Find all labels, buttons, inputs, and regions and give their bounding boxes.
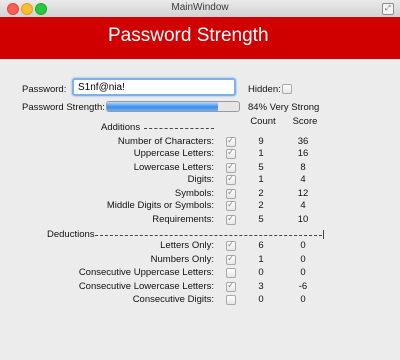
row-count: 1 (258, 174, 264, 185)
row-checkbox[interactable] (226, 239, 236, 251)
row-checkbox[interactable] (226, 280, 236, 292)
row-count: 2 (258, 200, 264, 211)
deductions-group-title: Deductions (47, 229, 95, 240)
strength-progress-bar (106, 101, 240, 112)
row-score: 0 (300, 267, 306, 278)
page-title: Password Strength (108, 25, 269, 46)
row-checkbox[interactable] (226, 187, 236, 199)
row-count: 1 (258, 254, 264, 265)
row-checkbox[interactable] (226, 135, 236, 147)
row-checkbox[interactable] (226, 295, 236, 305)
row-label: Letters Only: (160, 240, 214, 251)
row-label: Consecutive Uppercase Letters: (78, 267, 214, 278)
row-score: 10 (297, 214, 309, 225)
row-label: Number of Characters: (117, 136, 214, 147)
score-column-header: Score (292, 116, 318, 127)
row-score: 12 (297, 188, 309, 199)
row-label: Numbers Only: (150, 254, 214, 265)
row-score: 0 (300, 240, 306, 251)
window-title: MainWindow (171, 2, 229, 13)
row-score: 8 (300, 162, 306, 173)
header-banner: Password Strength (0, 17, 400, 59)
row-count: 0 (258, 267, 264, 278)
row-count: 2 (258, 188, 264, 199)
count-column-header: Count (250, 116, 276, 127)
row-label: Consecutive Lowercase Letters: (78, 281, 214, 292)
strength-progress-fill (107, 102, 218, 111)
row-checkbox[interactable] (226, 268, 236, 278)
row-count: 5 (258, 214, 264, 225)
deductions-group-divider-end (323, 230, 324, 239)
row-count: 9 (258, 136, 264, 147)
row-label: Consecutive Digits: (132, 294, 214, 305)
row-score: 16 (297, 148, 309, 159)
row-label: Symbols: (174, 188, 214, 199)
row-checkbox[interactable] (226, 199, 236, 211)
row-count: 5 (258, 162, 264, 173)
additions-group-divider (144, 128, 214, 129)
strength-label: Password Strength: (22, 102, 105, 113)
row-count: 1 (258, 148, 264, 159)
row-checkbox[interactable] (226, 147, 236, 159)
row-score: 0 (300, 254, 306, 265)
row-label: Middle Digits or Symbols: (106, 200, 214, 211)
password-input[interactable] (72, 78, 236, 96)
row-label: Requirements: (152, 214, 214, 225)
row-checkbox[interactable] (226, 161, 236, 173)
row-score: 0 (300, 294, 306, 305)
fullscreen-icon[interactable]: ⤢ (382, 3, 394, 15)
row-score: -6 (298, 281, 308, 292)
title-bar: MainWindow ⤢ (0, 0, 400, 18)
row-label: Uppercase Letters: (133, 148, 214, 159)
hidden-label: Hidden: (248, 84, 281, 95)
row-count: 6 (258, 240, 264, 251)
password-label: Password: (22, 84, 67, 95)
row-score: 36 (297, 136, 309, 147)
row-score: 4 (300, 174, 306, 185)
row-checkbox[interactable] (226, 173, 236, 185)
additions-group-title: Additions (101, 122, 141, 133)
strength-text: 84% Very Strong (248, 102, 320, 113)
row-checkbox[interactable] (226, 253, 236, 265)
hidden-checkbox[interactable] (282, 84, 292, 94)
row-score: 4 (300, 200, 306, 211)
row-count: 0 (258, 294, 264, 305)
row-checkbox[interactable] (226, 213, 236, 225)
row-label: Lowercase Letters: (133, 162, 214, 173)
row-count: 3 (258, 281, 264, 292)
deductions-group-divider (95, 235, 322, 236)
row-label: Digits: (187, 174, 214, 185)
